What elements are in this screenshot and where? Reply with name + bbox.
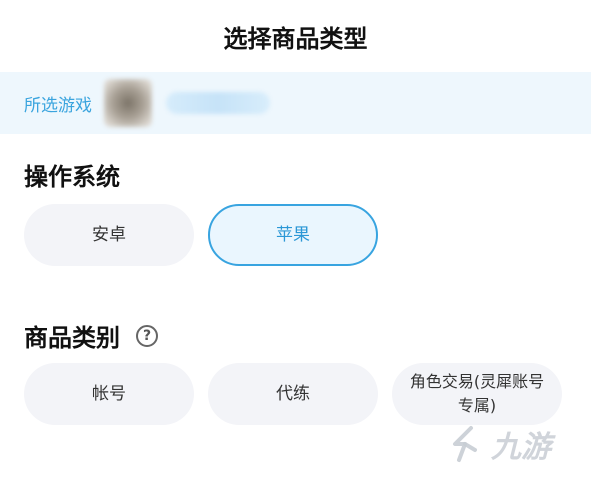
selected-game-label: 所选游戏 [24, 95, 92, 116]
category-option-role-trade[interactable]: 角色交易(灵犀账号专属) [392, 363, 562, 425]
jiuyou-logo-icon [453, 426, 477, 462]
category-section-title: 商品类别 ? [24, 318, 158, 353]
game-thumbnail [104, 79, 152, 127]
os-section-title: 操作系统 [24, 163, 120, 191]
os-option-ios[interactable]: 苹果 [208, 204, 378, 266]
category-option-boosting[interactable]: 代练 [208, 363, 378, 425]
jiuyou-watermark: 九游 [445, 422, 551, 466]
category-section-label: 商品类别 [24, 324, 120, 352]
selected-game-bar: 所选游戏 [0, 72, 591, 134]
os-option-android[interactable]: 安卓 [24, 204, 194, 266]
game-name-blurred [166, 92, 270, 114]
watermark-text: 九游 [491, 430, 551, 465]
page-title: 选择商品类型 [223, 24, 368, 53]
category-option-account[interactable]: 帐号 [24, 363, 194, 425]
question-circle-icon[interactable]: ? [136, 324, 158, 347]
